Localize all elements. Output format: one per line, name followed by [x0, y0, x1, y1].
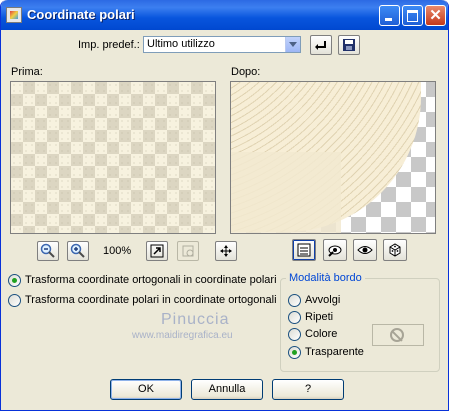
- close-button[interactable]: ✕: [425, 5, 446, 26]
- preview-toggle-button[interactable]: [292, 239, 316, 261]
- edge-mode-title: Modalità bordo: [286, 272, 365, 284]
- polar-to-rect-label[interactable]: Trasforma coordinate polari in coordinat…: [25, 294, 277, 306]
- watermark-site: www.maidiregrafica.eu: [132, 330, 233, 341]
- radio-rect-to-polar[interactable]: [8, 274, 21, 287]
- maximize-button[interactable]: [402, 5, 423, 26]
- list-icon: [297, 243, 311, 257]
- ok-button[interactable]: OK: [110, 379, 182, 400]
- fit-window-button[interactable]: [146, 241, 168, 261]
- wrap-label[interactable]: Avvolgi: [305, 294, 340, 306]
- repeat-label[interactable]: Ripeti: [305, 311, 333, 323]
- before-label: Prima:: [11, 66, 43, 78]
- dice-icon: [389, 243, 401, 257]
- zoom-in-button[interactable]: [67, 241, 89, 261]
- rect-to-polar-label[interactable]: Trasforma coordinate ortogonali in coord…: [25, 274, 277, 286]
- save-preset-button[interactable]: [338, 35, 360, 55]
- dialog-window: Coordinate polari ✕ Imp. predef.: Ultimo…: [0, 0, 449, 411]
- auto-proof-button[interactable]: [353, 239, 377, 261]
- window-title: Coordinate polari: [27, 7, 135, 22]
- move-icon: [220, 245, 232, 257]
- transparent-label[interactable]: Trasparente: [305, 346, 364, 358]
- save-icon: [343, 39, 355, 51]
- help-button[interactable]: ?: [272, 379, 344, 400]
- chevron-down-icon[interactable]: [285, 37, 300, 52]
- radio-color[interactable]: [288, 328, 301, 341]
- pan-button[interactable]: [177, 241, 199, 261]
- close-icon: ✕: [429, 7, 442, 24]
- no-sign-icon: [390, 328, 404, 342]
- radio-wrap[interactable]: [288, 294, 301, 307]
- zoom-level: 100%: [103, 245, 132, 257]
- zoom-in-icon: [70, 243, 85, 258]
- watermark-name: Pinuccia: [161, 311, 230, 328]
- pan-icon: [182, 245, 194, 257]
- reset-preset-button[interactable]: [310, 35, 332, 55]
- title-bar[interactable]: Coordinate polari ✕: [1, 0, 448, 30]
- zoom-out-icon: [40, 243, 55, 258]
- preset-dropdown[interactable]: Ultimo utilizzo: [143, 36, 301, 53]
- proof-button[interactable]: [323, 239, 347, 261]
- fit-window-icon: [150, 244, 164, 258]
- reset-icon: [315, 41, 326, 50]
- eye-icon: [357, 246, 373, 254]
- randomize-button[interactable]: [383, 239, 407, 261]
- minimize-button[interactable]: [379, 5, 400, 26]
- polar-distortion-lower: [231, 152, 341, 233]
- before-preview[interactable]: [10, 81, 216, 234]
- after-label: Dopo:: [231, 66, 261, 78]
- color-label[interactable]: Colore: [305, 328, 337, 340]
- radio-polar-to-rect[interactable]: [8, 294, 21, 307]
- after-preview[interactable]: [230, 81, 436, 234]
- zoom-out-button[interactable]: [37, 241, 59, 261]
- move-button[interactable]: [215, 241, 237, 261]
- color-swatch-button[interactable]: [372, 324, 424, 346]
- hand-eye-icon: [328, 245, 342, 257]
- app-icon: [6, 7, 22, 23]
- preset-value: Ultimo utilizzo: [147, 38, 215, 50]
- radio-transparent[interactable]: [288, 346, 301, 359]
- cancel-button[interactable]: Annulla: [191, 379, 263, 400]
- radio-repeat[interactable]: [288, 311, 301, 324]
- preset-label: Imp. predef.:: [78, 39, 140, 51]
